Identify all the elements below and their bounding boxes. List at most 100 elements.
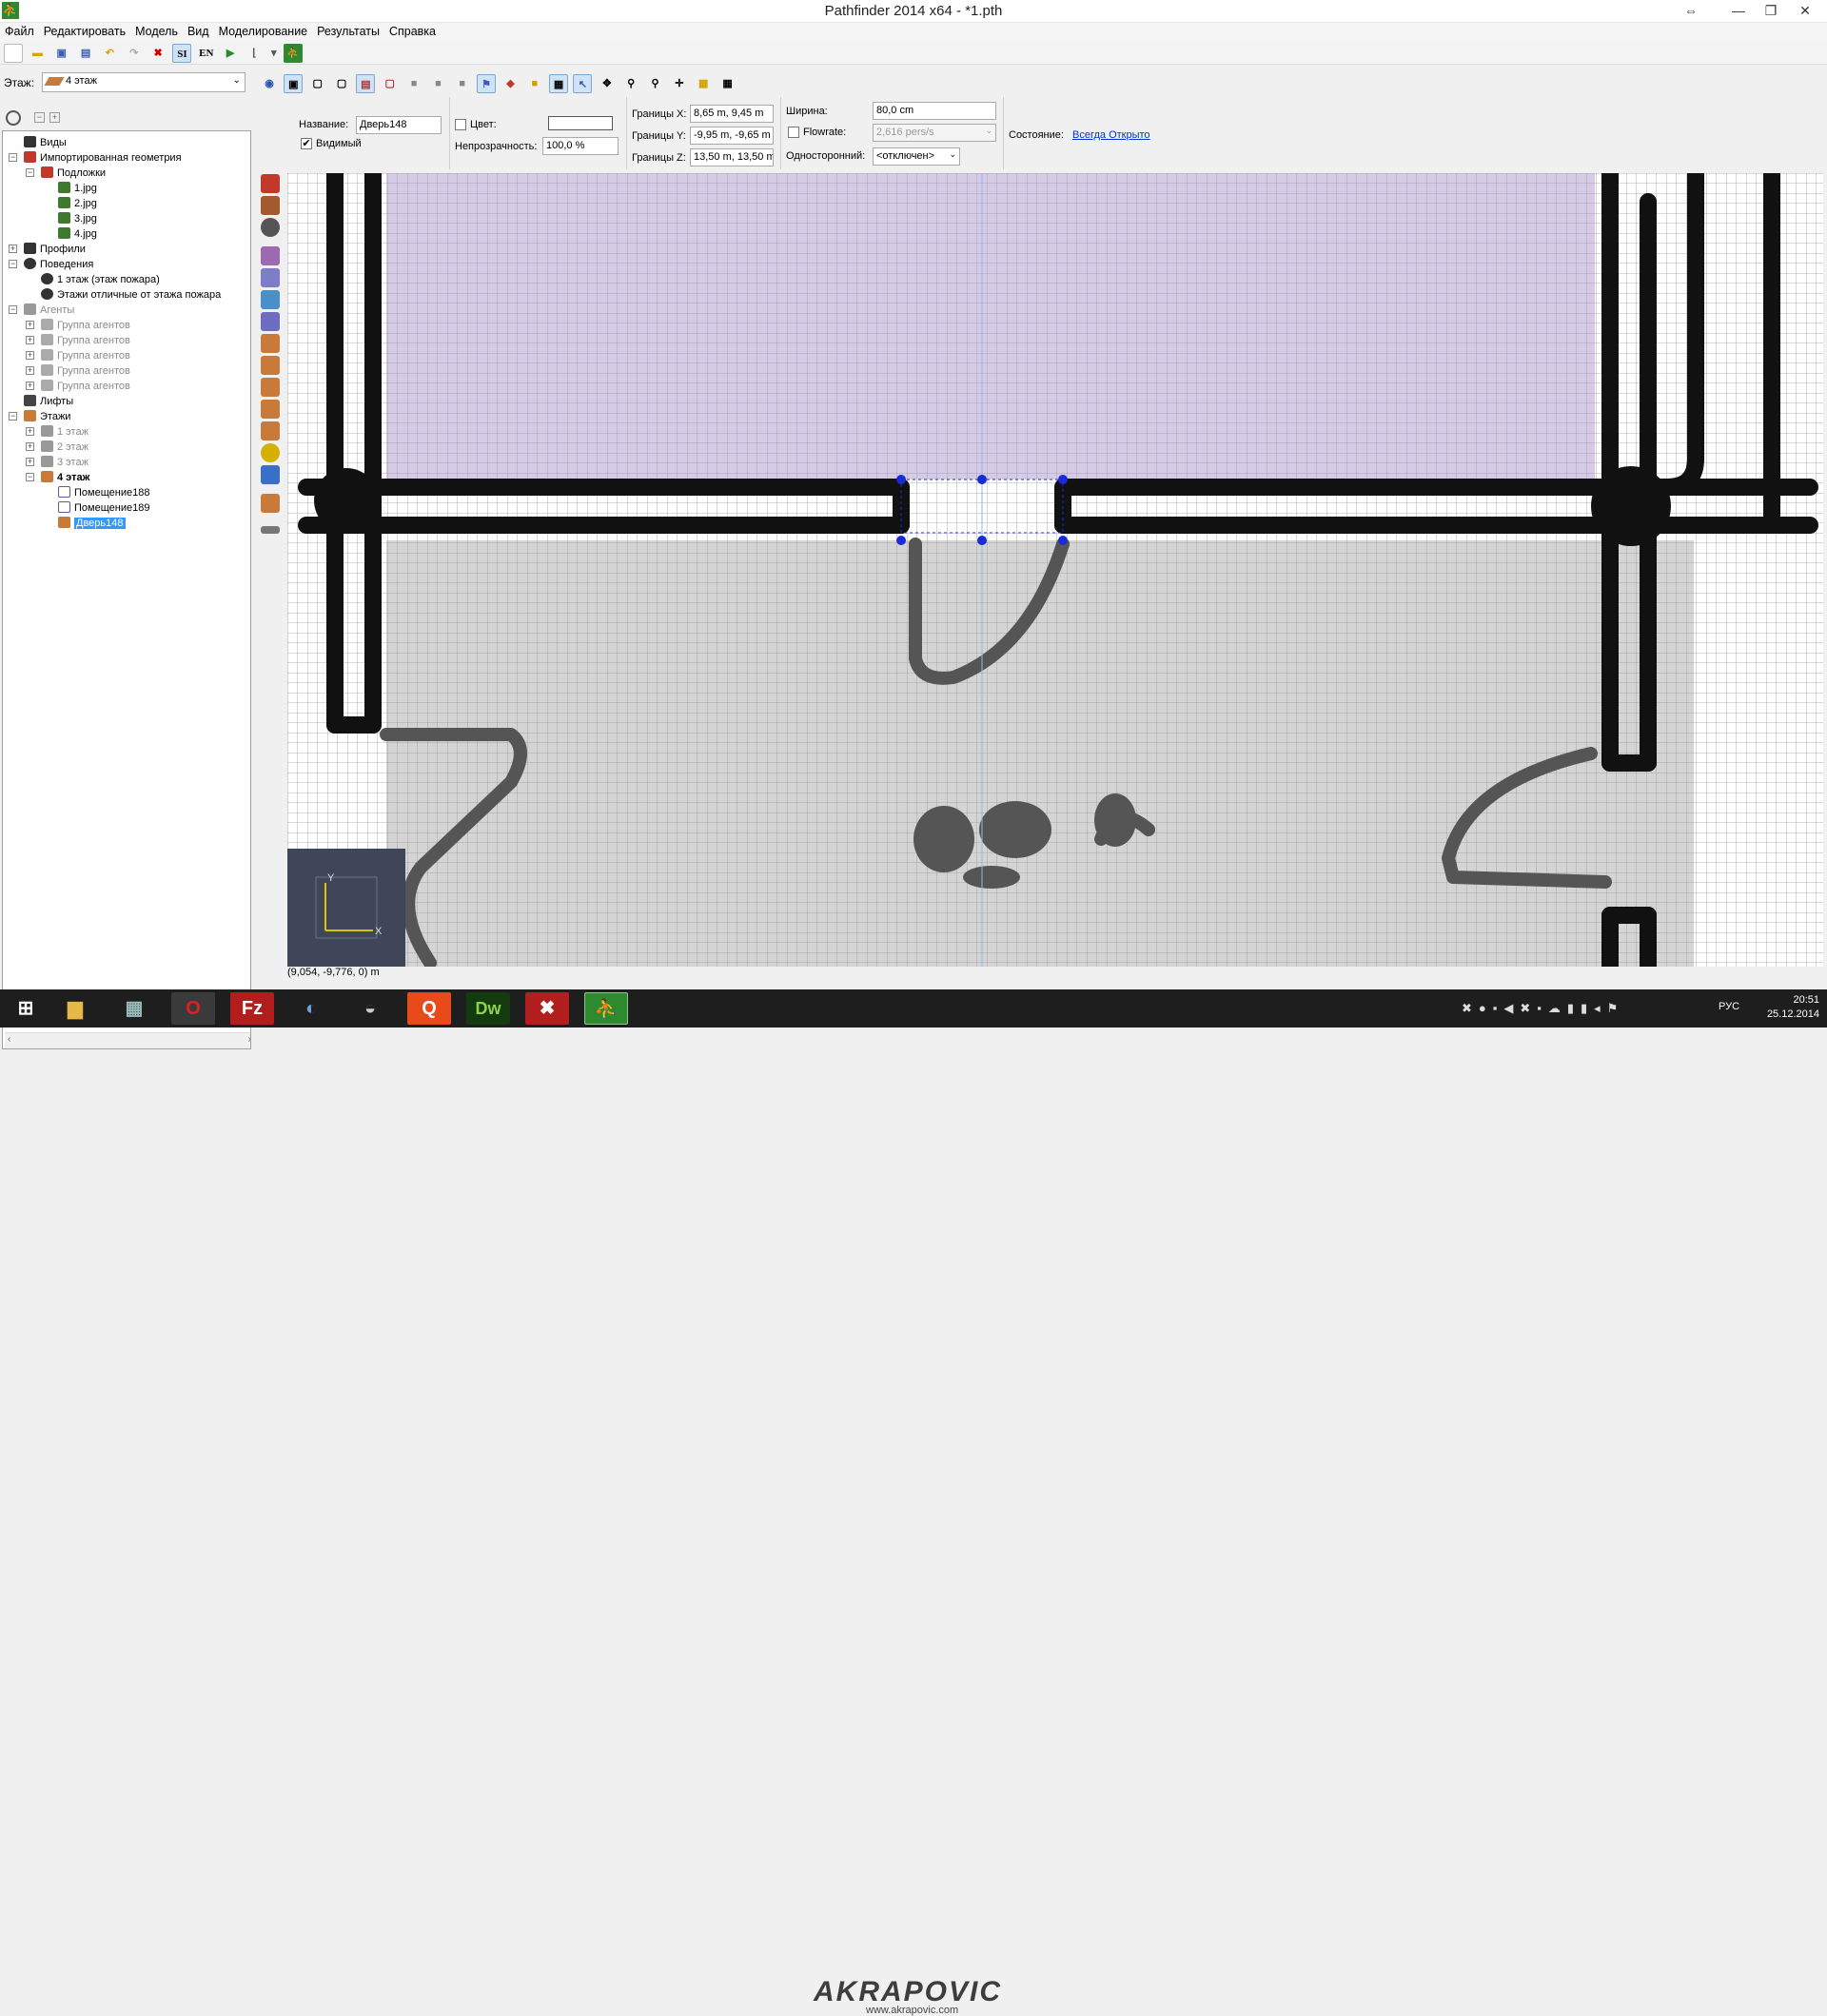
expand-toggle[interactable]: + (26, 427, 34, 436)
door-tool-icon[interactable] (261, 334, 280, 353)
expand-toggle[interactable]: + (26, 321, 34, 329)
zoom-box-icon[interactable]: ⚲ (646, 74, 665, 93)
qip-icon[interactable]: Q (407, 992, 451, 1025)
ramp-tool-icon[interactable] (261, 312, 280, 331)
handle[interactable] (896, 475, 906, 484)
tree-item-behavior[interactable]: Этажи отличные от этажа пожара (41, 287, 221, 303)
si-units-button[interactable]: SI (172, 44, 192, 63)
tree-item-underlay-file[interactable]: 1.jpg (58, 181, 97, 196)
menu-edit[interactable]: Редактировать (39, 23, 130, 38)
view-plan-icon[interactable]: ▣ (284, 74, 304, 93)
handle[interactable] (977, 536, 987, 545)
undo-icon[interactable]: ↶ (100, 44, 119, 63)
expand-toggle[interactable]: + (9, 245, 17, 253)
tree-item-agent-group[interactable]: + Группа агентов (26, 333, 130, 348)
collapse-toggle[interactable]: − (26, 473, 34, 481)
restore-button[interactable]: ❐ (1755, 0, 1787, 21)
zoom-extents-icon[interactable]: ▦ (694, 74, 713, 93)
menu-results[interactable]: Результаты (312, 23, 384, 38)
extract-tool-icon[interactable] (261, 494, 280, 513)
menu-file[interactable]: Файл (0, 23, 39, 38)
tree-item-agents[interactable]: − Агенты (9, 303, 74, 318)
show-agents-icon[interactable]: ⚑ (477, 74, 497, 93)
oneway-dropdown[interactable]: <отключен> ⌄ (873, 147, 960, 166)
globe-icon[interactable]: ◉ (260, 74, 279, 93)
chrome-icon[interactable]: ◐ (289, 992, 333, 1025)
menu-help[interactable]: Справка (384, 23, 441, 38)
clock[interactable]: 20:51 25.12.2014 (1767, 993, 1819, 1022)
move-tool-icon[interactable] (261, 174, 280, 193)
calculator-icon[interactable]: ▦ (112, 992, 156, 1025)
chevron-down-icon[interactable]: ▾ (269, 44, 279, 63)
agent-tool-icon[interactable] (261, 218, 280, 237)
opera-icon[interactable]: O (171, 992, 215, 1025)
tree-item-agent-group[interactable]: + Группа агентов (26, 363, 130, 379)
collapse-toggle[interactable]: − (9, 412, 17, 421)
show-geometry-icon[interactable]: ◆ (501, 74, 520, 93)
tree-item-agent-group[interactable]: + Группа агентов (26, 379, 130, 394)
open-folder-icon[interactable]: ▬ (28, 44, 47, 63)
menu-simulation[interactable]: Моделирование (214, 23, 313, 38)
tree-item-floor[interactable]: +2 этаж (26, 440, 88, 455)
collapse-all-icon[interactable]: − (34, 112, 45, 123)
expand-toggle[interactable]: + (26, 366, 34, 375)
results-viewer-icon[interactable]: ⛹ (284, 44, 304, 63)
handle[interactable] (977, 475, 987, 484)
visible-checkbox[interactable]: ✔ (301, 138, 312, 149)
agent-add-icon[interactable] (261, 443, 280, 462)
redo-icon[interactable]: ↷ (125, 44, 144, 63)
tree-item-floor-active[interactable]: −4 этаж (26, 470, 89, 485)
tree-item-elevators[interactable]: Лифты (24, 394, 73, 409)
tree-item-agent-group[interactable]: + Группа агентов (26, 318, 130, 333)
tree-item-underlay-file[interactable]: 4.jpg (58, 226, 97, 242)
filter-icon[interactable] (6, 110, 21, 126)
tree-item-underlay-file[interactable]: 2.jpg (58, 196, 97, 211)
language-indicator[interactable]: РУС (1719, 1001, 1739, 1012)
expand-toggle[interactable]: + (26, 442, 34, 451)
door-tool-3-icon[interactable] (261, 378, 280, 397)
layer-icon[interactable]: ■ (404, 74, 423, 93)
tree-item-agent-group[interactable]: + Группа агентов (26, 348, 130, 363)
zoom-tool-icon[interactable]: ⚲ (621, 74, 640, 93)
tree-item-underlays[interactable]: − Подложки (26, 166, 106, 181)
select-tool-icon[interactable]: ↖ (573, 74, 593, 93)
zoom-selected-icon[interactable]: ▦ (718, 74, 737, 93)
scroll-right-icon[interactable]: › (248, 1034, 250, 1045)
state-link[interactable]: Всегда Открыто (1072, 129, 1150, 141)
room-polygon-tool-icon[interactable] (261, 246, 280, 265)
expand-all-icon[interactable]: + (49, 112, 60, 123)
swap-icon[interactable]: ⇔ (1675, 0, 1707, 21)
center-view-icon[interactable]: ✛ (670, 74, 689, 93)
view-front-icon[interactable]: ▢ (308, 74, 327, 93)
measure-tool-icon[interactable] (261, 526, 280, 534)
tree-item-door-selected[interactable]: Дверь148 (58, 516, 126, 531)
flowrate-checkbox[interactable] (788, 127, 799, 138)
color-checkbox[interactable] (455, 119, 466, 130)
floor-dropdown[interactable]: 4 этаж ⌄ (42, 72, 246, 92)
filezilla-icon[interactable]: Fz (230, 992, 274, 1025)
mascot-icon[interactable]: ◒ (348, 992, 392, 1025)
english-units-button[interactable]: EN (197, 44, 216, 63)
tree-horizontal-scrollbar[interactable]: ‹ › (5, 1032, 250, 1048)
start-icon[interactable]: ⊞ (4, 992, 48, 1025)
layer-icon[interactable]: ■ (428, 74, 447, 93)
collapse-toggle[interactable]: − (9, 260, 17, 268)
tree-item-imported-geometry[interactable]: − Импортированная геометрия (9, 150, 182, 166)
room-rect-tool-icon[interactable] (261, 268, 280, 287)
bounds-y-field[interactable]: -9,95 m, -9,65 m (690, 127, 774, 145)
view-side-icon[interactable]: ▢ (332, 74, 351, 93)
tree-item-behaviors[interactable]: − Поведения (9, 257, 93, 272)
axis-gizmo[interactable]: Y X (287, 849, 405, 967)
collapse-toggle[interactable]: − (9, 153, 17, 162)
tree-item-profiles[interactable]: + Профили (9, 242, 86, 257)
show-walls-icon[interactable]: ▤ (356, 74, 376, 93)
tree-item-behavior[interactable]: 1 этаж (этаж пожара) (41, 272, 160, 287)
run-simulation-icon[interactable]: ▶ (221, 44, 240, 63)
pathfinder-icon[interactable]: ⛹ (584, 992, 628, 1025)
show-rooms-icon[interactable]: ▢ (381, 74, 400, 93)
tree-item-floors[interactable]: − Этажи (9, 409, 70, 424)
file-explorer-icon[interactable]: ▆ (53, 992, 97, 1025)
tray-icons[interactable]: ✖●▪◀✖▪☁▮▮◂⚑ (1462, 1001, 1624, 1016)
exit-tool-icon[interactable] (261, 421, 280, 440)
dreamweaver-icon[interactable]: Dw (466, 992, 510, 1025)
